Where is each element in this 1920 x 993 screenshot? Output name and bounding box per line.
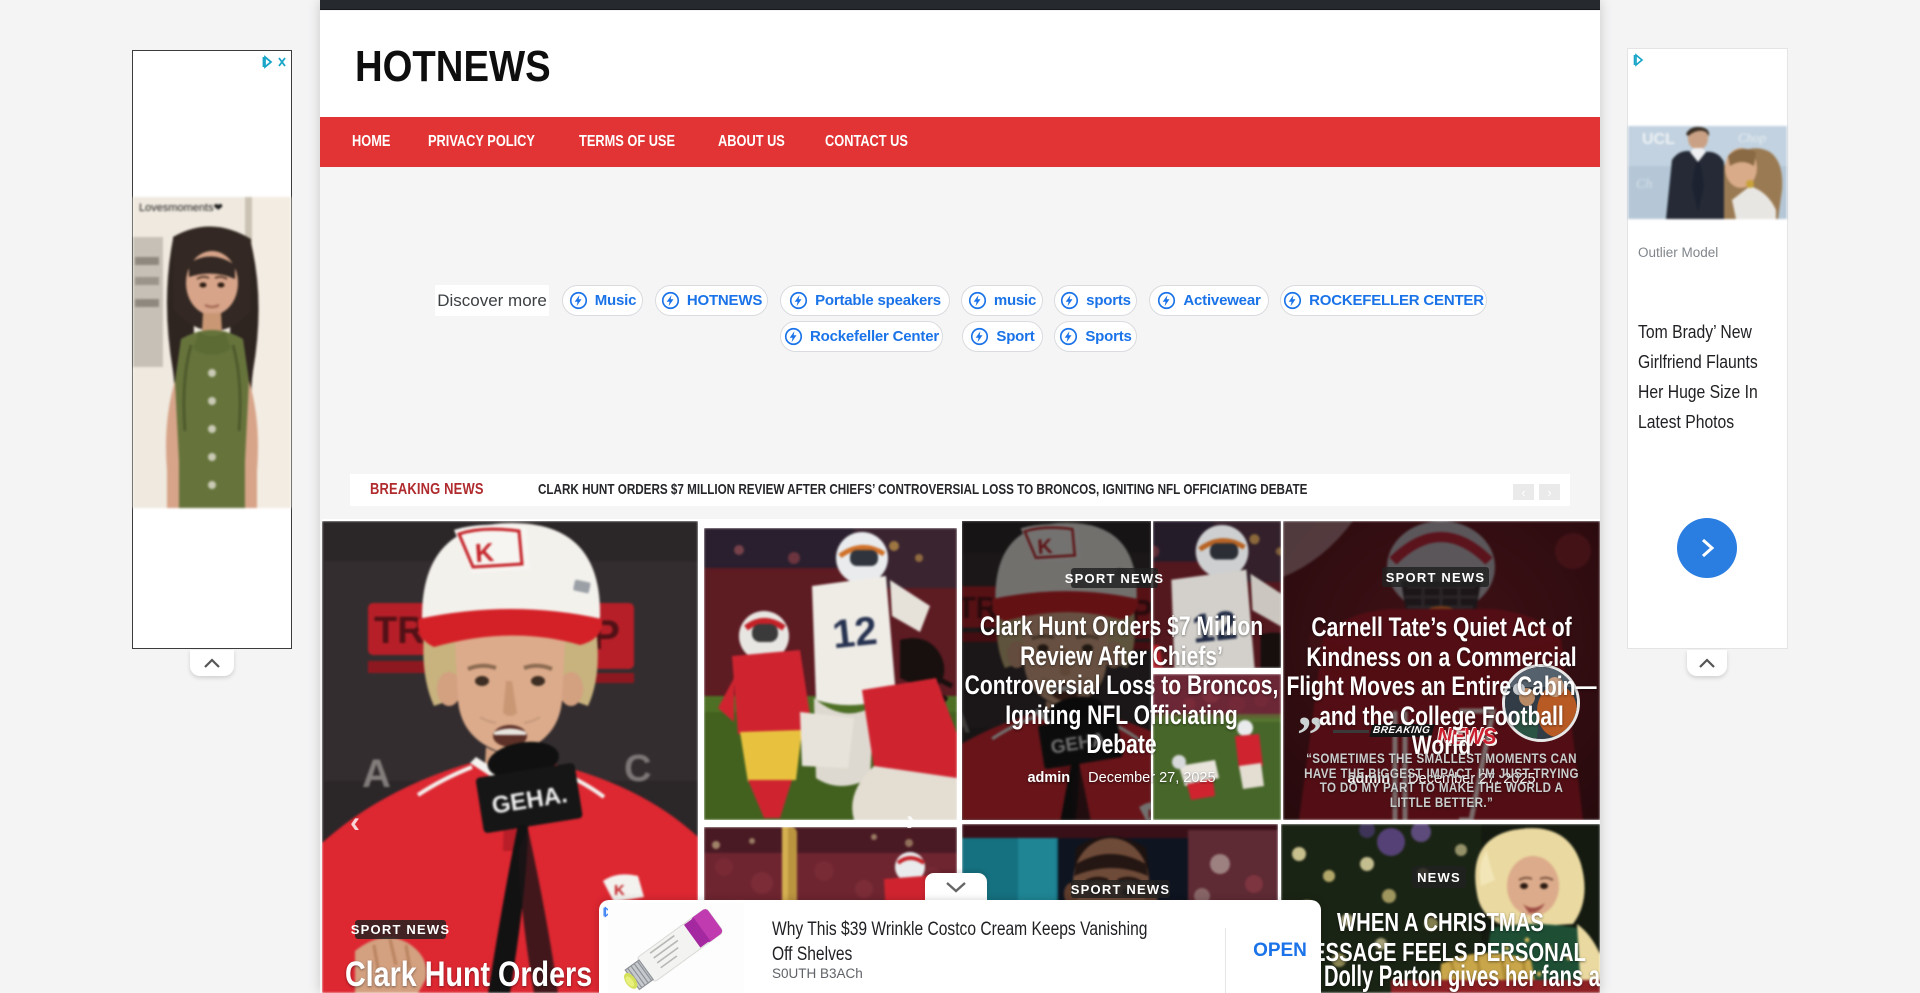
svg-text:Ch: Ch [1636,177,1652,192]
svg-text:12: 12 [830,609,879,657]
svg-text:K: K [614,882,625,899]
svg-text:Chop: Chop [1738,130,1767,145]
svg-text:K: K [474,537,495,568]
svg-text:A: A [362,752,391,796]
svg-text:UCL: UCL [1642,131,1675,148]
svg-text:Lovesmoments❤: Lovesmoments❤ [139,202,223,214]
svg-text:C: C [624,748,651,790]
